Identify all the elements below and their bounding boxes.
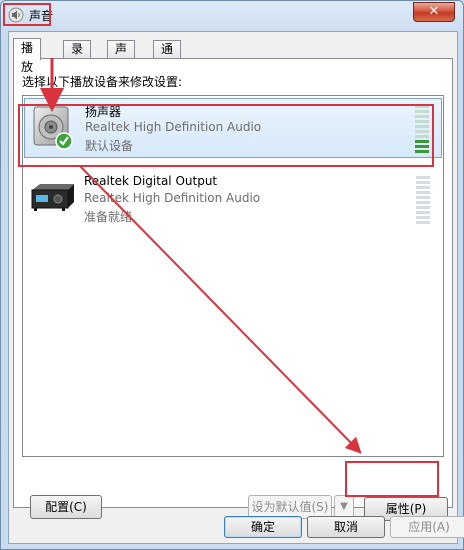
configure-button[interactable]: 配置(C) — [30, 495, 102, 519]
device-description: Realtek High Definition Audio — [84, 191, 261, 205]
volume-meter — [416, 176, 430, 226]
ok-button[interactable]: 确定 — [224, 516, 302, 538]
close-button[interactable]: ✕ — [413, 2, 455, 22]
properties-highlight-box — [345, 461, 439, 497]
meter-segment — [416, 176, 430, 179]
apply-button[interactable]: 应用(A) — [390, 516, 464, 538]
instruction-text: 选择以下播放设备来修改设置: — [22, 75, 183, 89]
close-icon: ✕ — [428, 4, 440, 19]
title-bar: 声音 ✕ — [1, 1, 463, 29]
tab-highlight-box — [3, 3, 51, 26]
tab-sounds[interactable]: 声音 — [107, 40, 136, 73]
chevron-down-icon: ▼ — [340, 501, 348, 512]
cancel-button[interactable]: 取消 — [307, 516, 385, 538]
meter-segment — [416, 216, 430, 219]
device-item-digital-output[interactable]: Realtek Digital Output Realtek High Defi… — [24, 170, 442, 230]
device-name: Realtek Digital Output — [84, 174, 218, 188]
meter-segment — [416, 221, 430, 224]
meter-segment — [416, 201, 430, 204]
device-status: 准备就绪 — [84, 210, 133, 224]
device-highlight-box — [18, 104, 434, 167]
tab-recording[interactable]: 录制 — [63, 40, 92, 73]
meter-segment — [416, 206, 430, 209]
meter-segment — [416, 191, 430, 194]
meter-segment — [416, 181, 430, 184]
meter-segment — [416, 196, 430, 199]
digital-output-icon — [31, 184, 74, 211]
meter-segment — [416, 186, 430, 189]
tab-communications[interactable]: 通信 — [153, 40, 182, 73]
tab-playback[interactable]: 播放 — [13, 38, 42, 74]
meter-segment — [416, 211, 430, 214]
